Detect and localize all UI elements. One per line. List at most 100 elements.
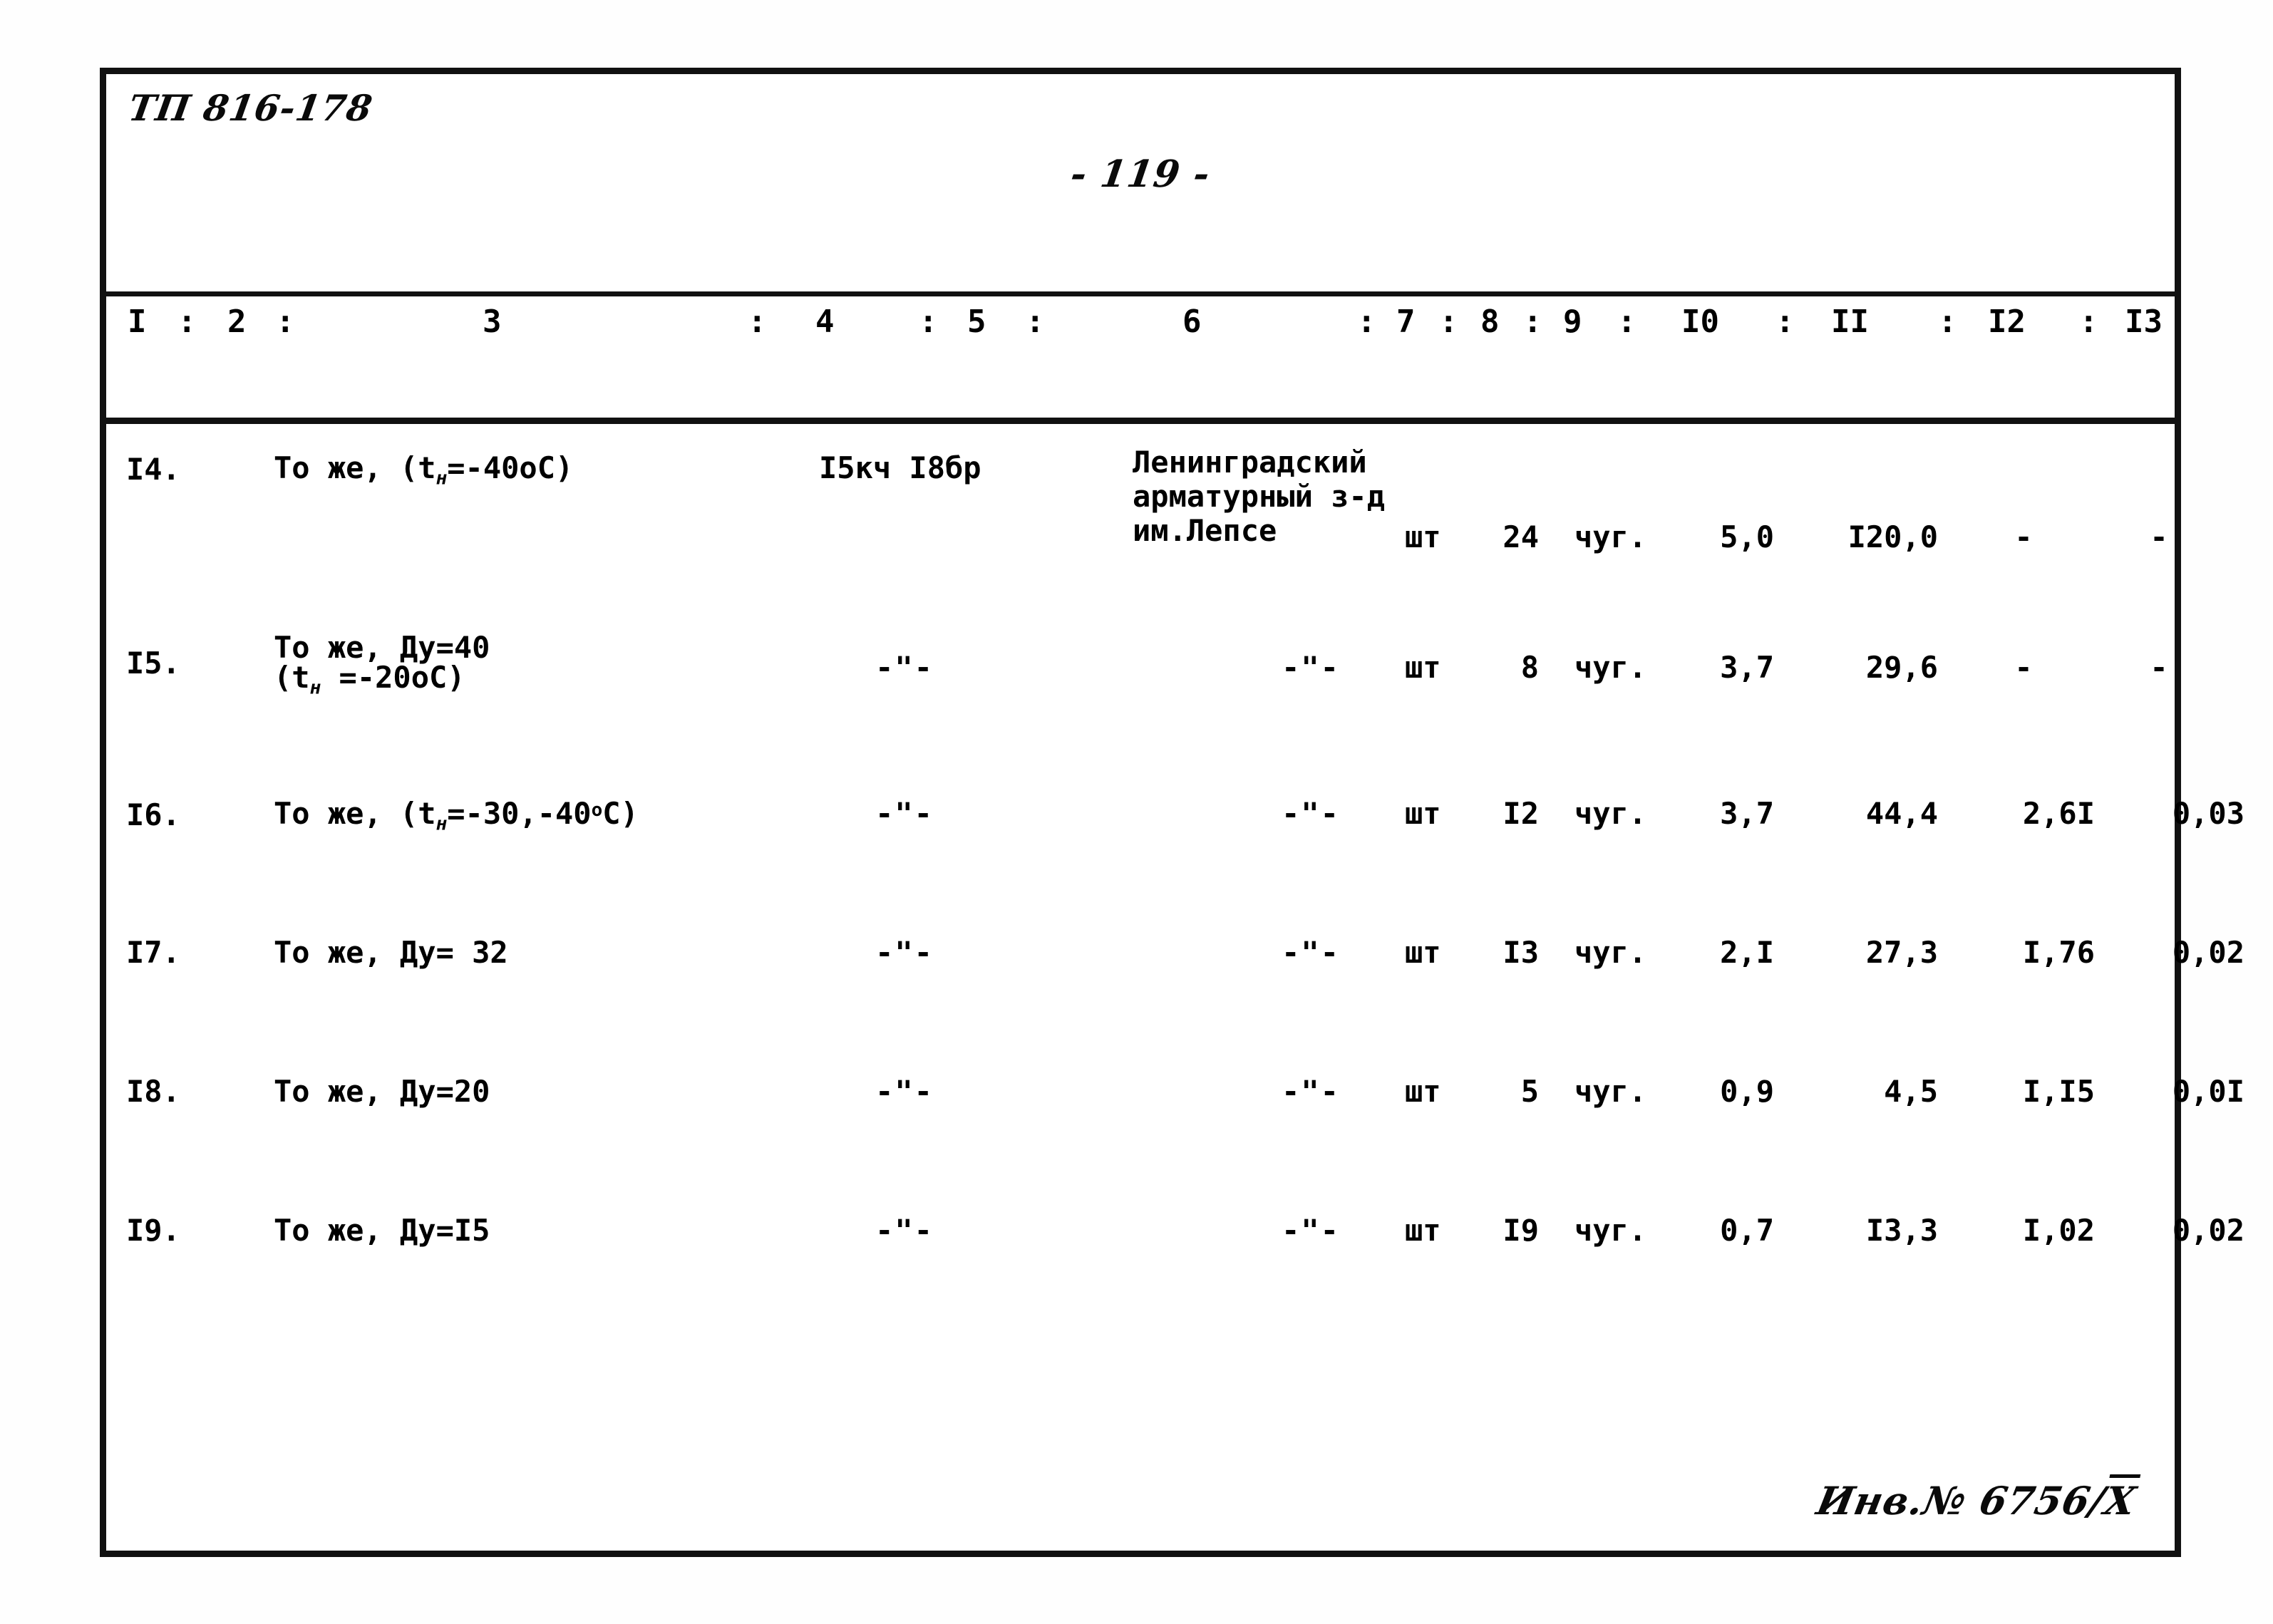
cell-col12: I,I5 [2022, 1074, 2095, 1109]
cell-quantity: 5 [1520, 1074, 1539, 1109]
cell-col12: I,02 [2022, 1213, 2095, 1248]
table-row: I5. То же, Ду=40 (tн =-20оС) -"- -"- шт … [106, 616, 2175, 776]
column-number-10: I0 [1681, 304, 1719, 340]
row-description: То же, Ду=I5 [274, 1213, 490, 1248]
cell-col12: - [2014, 519, 2033, 554]
column-number-8: 8 [1480, 304, 1500, 340]
cell-col11: I20,0 [1847, 519, 1938, 554]
cell-col6-line1: -"- [1282, 935, 1340, 970]
cell-col4: -"- [875, 796, 934, 831]
table-row: I4. То же, (tн=-40оС) I5кч I8бр Ленингра… [106, 430, 2175, 616]
cell-col11: 4,5 [1884, 1074, 1938, 1109]
column-sep-8: : [1523, 304, 1542, 340]
column-number-12: I2 [1988, 304, 2026, 340]
cell-material: чуг. [1574, 650, 1647, 685]
row-description: То же, Ду=20 [274, 1074, 490, 1109]
cell-col10: 0,9 [1720, 1074, 1774, 1109]
cell-col10: 5,0 [1720, 519, 1774, 554]
cell-col12: I,76 [2022, 935, 2095, 970]
cell-quantity: I9 [1503, 1213, 1539, 1248]
cell-col13: 0,02 [2172, 1213, 2244, 1248]
column-number-4: 4 [815, 304, 835, 340]
column-number-7: 7 [1396, 304, 1416, 340]
cell-col13: - [2150, 650, 2168, 685]
cell-col10: 2,I [1720, 935, 1774, 970]
column-sep-4: : [919, 304, 938, 340]
table-row: I9. То же, Ду=I5 -"- -"- шт I9 чуг. 0,7 … [106, 1193, 2244, 1332]
column-sep-5: : [1026, 304, 1045, 340]
column-sep-9: : [1617, 304, 1637, 340]
scanned-page: ТП 816-178 - 119 - I : 2 : 3 : 4 : 5 : 6… [0, 0, 2273, 1624]
column-number-6: 6 [1182, 304, 1202, 340]
cell-col13: 0,0I [2172, 1074, 2244, 1109]
table-row: I6. То же, (tн=-30,-40оС) -"- -"- шт I2 … [106, 776, 2244, 915]
cell-col6-line1: -"- [1282, 1213, 1340, 1248]
header-divider-bottom [106, 418, 2175, 424]
row-description: То же, Ду= 32 [274, 935, 508, 970]
column-number-13: I3 [2125, 304, 2163, 340]
document-code: ТП 816-178 [125, 87, 376, 129]
column-number-5: 5 [967, 304, 986, 340]
cell-col4: -"- [875, 650, 934, 685]
cell-unit: шт [1405, 519, 1441, 554]
description-end: С) [602, 796, 639, 831]
cell-col12: 2,6I [2022, 796, 2095, 831]
cell-material: чуг. [1574, 935, 1647, 970]
row-number: I8. [126, 1074, 180, 1109]
cell-col11: 27,3 [1865, 935, 1938, 970]
cell-unit: шт [1405, 1213, 1441, 1248]
cell-col11: 29,6 [1865, 650, 1938, 685]
row-number: I5. [126, 646, 180, 681]
column-number-header: I : 2 : 3 : 4 : 5 : 6 : 7 : 8 : 9 : I0 :… [106, 304, 2175, 410]
column-sep-6: : [1357, 304, 1376, 340]
column-sep-1: : [177, 304, 197, 340]
column-sep-12: : [2079, 304, 2098, 340]
column-number-1: I [128, 304, 147, 340]
row-number: I7. [126, 935, 180, 970]
column-sep-10: : [1775, 304, 1795, 340]
table-frame: ТП 816-178 - 119 - I : 2 : 3 : 4 : 5 : 6… [100, 68, 2244, 1557]
cell-col6-line2: арматурный з-д [1133, 479, 1386, 514]
description-text: То же, (t [274, 450, 436, 485]
cell-col6-line1: Ленинградский [1133, 445, 1367, 480]
description-subscript: н [435, 813, 448, 835]
cell-unit: шт [1405, 1074, 1441, 1109]
header-divider-top [106, 291, 2175, 296]
column-sep-3: : [748, 304, 767, 340]
column-number-11: II [1831, 304, 1869, 340]
row-description-line2: (tн =-20оС) [274, 660, 465, 699]
cell-unit: шт [1405, 796, 1441, 831]
table-body: I4. То же, (tн=-40оС) I5кч I8бр Ленингра… [106, 430, 2244, 1332]
column-sep-2: : [276, 304, 295, 340]
cell-col6-line3: им.Лепсе [1133, 513, 1277, 548]
cell-col4: I5кч I8бр [819, 450, 981, 485]
row-number: I4. [126, 452, 180, 487]
cell-quantity: 24 [1503, 519, 1539, 554]
cell-col11: I3,3 [1865, 1213, 1938, 1248]
description-tail: =-30,-40 [447, 796, 592, 831]
column-number-3: 3 [483, 304, 502, 340]
inventory-stamp-prefix: Инв.№ 6756/ [1813, 1478, 2110, 1524]
cell-col6-line1: -"- [1282, 1074, 1340, 1109]
description-superscript: о [591, 800, 603, 822]
column-sep-11: : [1938, 304, 1957, 340]
cell-material: чуг. [1574, 796, 1647, 831]
cell-col10: 0,7 [1720, 1213, 1774, 1248]
description-subscript: н [435, 467, 448, 490]
cell-unit: шт [1405, 935, 1441, 970]
cell-col13: 0,02 [2172, 935, 2244, 970]
cell-col12: - [2014, 650, 2033, 685]
cell-col10: 3,7 [1720, 650, 1774, 685]
cell-col6-line1: -"- [1282, 796, 1340, 831]
table-row: I7. То же, Ду= 32 -"- -"- шт I3 чуг. 2,I… [106, 915, 2244, 1054]
description-text: То же, (t [274, 796, 436, 831]
cell-col13: 0,03 [2172, 796, 2244, 831]
cell-col6-line1: -"- [1282, 650, 1340, 685]
cell-col10: 3,7 [1720, 796, 1774, 831]
cell-quantity: I3 [1503, 935, 1539, 970]
cell-material: чуг. [1574, 519, 1647, 554]
cell-col4: -"- [875, 1074, 934, 1109]
page-number: - 119 - [1068, 152, 1213, 196]
cell-quantity: I2 [1503, 796, 1539, 831]
row-description: То же, (tн=-30,-40оС) [274, 796, 639, 835]
